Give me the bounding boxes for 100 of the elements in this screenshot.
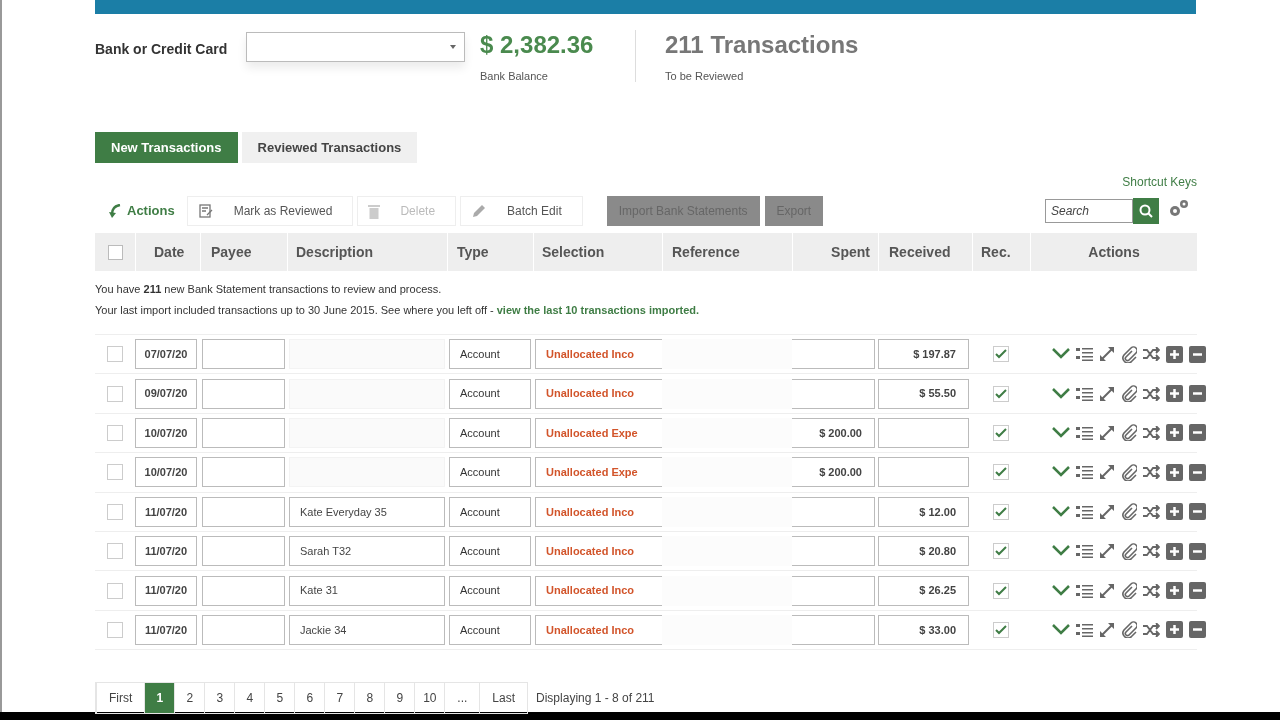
select-all-checkbox[interactable] — [107, 244, 123, 260]
page-button[interactable]: 9 — [384, 682, 415, 713]
add-icon[interactable] — [1166, 424, 1183, 442]
list-icon[interactable] — [1076, 465, 1093, 480]
paperclip-icon[interactable] — [1121, 463, 1137, 481]
resize-arrows-icon[interactable] — [1099, 424, 1115, 441]
row-checkbox[interactable] — [107, 424, 123, 441]
column-header[interactable]: Selection — [533, 233, 662, 271]
reconciled-checkbox[interactable] — [993, 385, 1009, 402]
paperclip-icon[interactable] — [1121, 385, 1137, 403]
paperclip-icon[interactable] — [1121, 345, 1137, 363]
reconciled-checkbox[interactable] — [993, 621, 1009, 638]
selection-field[interactable]: Unallocated Inco — [535, 339, 662, 370]
page-button[interactable]: 8 — [354, 682, 385, 713]
payee-field[interactable] — [202, 417, 285, 448]
payee-field[interactable] — [202, 496, 285, 527]
add-icon[interactable] — [1166, 503, 1183, 521]
column-header[interactable]: Rec. — [972, 233, 1030, 271]
remove-icon[interactable] — [1189, 542, 1206, 560]
remove-icon[interactable] — [1189, 503, 1206, 521]
date-field[interactable]: 10/07/20 — [135, 417, 197, 448]
column-header[interactable]: Reference — [662, 233, 792, 271]
type-field[interactable]: Account — [449, 339, 531, 370]
date-field[interactable]: 11/07/20 — [135, 536, 197, 567]
selection-field[interactable]: Unallocated Expe — [535, 457, 662, 488]
page-button[interactable]: Last — [479, 682, 528, 713]
reconciled-checkbox[interactable] — [993, 503, 1009, 520]
resize-arrows-icon[interactable] — [1099, 346, 1115, 363]
received-field[interactable] — [878, 457, 969, 488]
selection-field[interactable]: Unallocated Inco — [535, 496, 662, 527]
remove-icon[interactable] — [1189, 582, 1206, 600]
toolbar-button[interactable]: Mark as Reviewed — [186, 196, 354, 226]
reconciled-checkbox[interactable] — [993, 346, 1009, 363]
date-field[interactable]: 09/07/20 — [135, 378, 197, 409]
received-field[interactable]: $ 26.25 — [878, 575, 969, 606]
type-field[interactable]: Account — [449, 536, 531, 567]
spent-field[interactable] — [792, 575, 875, 606]
expand-chevron-icon[interactable] — [1052, 584, 1070, 597]
date-field[interactable]: 07/07/20 — [135, 339, 197, 370]
page-button[interactable]: 4 — [234, 682, 265, 713]
received-field[interactable]: $ 55.50 — [878, 378, 969, 409]
spent-field[interactable] — [792, 536, 875, 567]
page-button[interactable]: 3 — [204, 682, 235, 713]
list-icon[interactable] — [1076, 583, 1093, 598]
page-button[interactable]: 6 — [294, 682, 325, 713]
shuffle-icon[interactable] — [1143, 425, 1160, 440]
paperclip-icon[interactable] — [1121, 582, 1137, 600]
expand-chevron-icon[interactable] — [1052, 623, 1070, 636]
column-header[interactable]: Type — [447, 233, 533, 271]
payee-field[interactable] — [202, 378, 285, 409]
add-icon[interactable] — [1166, 621, 1183, 639]
tab[interactable]: Reviewed Transactions — [241, 132, 418, 163]
type-field[interactable]: Account — [449, 496, 531, 527]
page-button[interactable]: 5 — [264, 682, 295, 713]
expand-chevron-icon[interactable] — [1052, 426, 1070, 439]
spent-field[interactable] — [792, 496, 875, 527]
spent-field[interactable] — [792, 614, 875, 645]
row-checkbox[interactable] — [107, 385, 123, 402]
toolbar-button[interactable]: Batch Edit — [460, 196, 583, 226]
type-field[interactable]: Account — [449, 575, 531, 606]
spent-field[interactable] — [792, 378, 875, 409]
spent-field[interactable]: $ 200.00 — [792, 457, 875, 488]
paperclip-icon[interactable] — [1121, 542, 1137, 560]
spent-field[interactable]: $ 200.00 — [792, 417, 875, 448]
list-icon[interactable] — [1076, 386, 1093, 401]
paperclip-icon[interactable] — [1121, 621, 1137, 639]
shuffle-icon[interactable] — [1143, 544, 1160, 559]
received-field[interactable]: $ 20.80 — [878, 536, 969, 567]
shortcut-keys-link[interactable]: Shortcut Keys — [1122, 173, 1197, 191]
description-field[interactable]: Sarah T32 — [289, 536, 445, 567]
date-field[interactable]: 11/07/20 — [135, 614, 197, 645]
date-field[interactable]: 11/07/20 — [135, 575, 197, 606]
column-header[interactable]: Date — [135, 233, 200, 271]
column-header[interactable]: Payee — [200, 233, 287, 271]
row-checkbox[interactable] — [107, 543, 123, 560]
list-icon[interactable] — [1076, 347, 1093, 362]
resize-arrows-icon[interactable] — [1099, 543, 1115, 560]
description-field[interactable]: Kate 31 — [289, 575, 445, 606]
remove-icon[interactable] — [1189, 345, 1206, 363]
type-field[interactable]: Account — [449, 378, 531, 409]
search-field[interactable]: Search — [1045, 199, 1133, 223]
add-icon[interactable] — [1166, 385, 1183, 403]
selection-field[interactable]: Unallocated Inco — [535, 378, 662, 409]
add-icon[interactable] — [1166, 582, 1183, 600]
resize-arrows-icon[interactable] — [1099, 385, 1115, 402]
row-checkbox[interactable] — [107, 503, 123, 520]
list-icon[interactable] — [1076, 425, 1093, 440]
shuffle-icon[interactable] — [1143, 622, 1160, 637]
expand-chevron-icon[interactable] — [1052, 348, 1070, 361]
reconciled-checkbox[interactable] — [993, 464, 1009, 481]
page-button[interactable]: 10 — [414, 682, 445, 713]
remove-icon[interactable] — [1189, 621, 1206, 639]
resize-arrows-icon[interactable] — [1099, 503, 1115, 520]
row-checkbox[interactable] — [107, 582, 123, 599]
reconciled-checkbox[interactable] — [993, 424, 1009, 441]
list-icon[interactable] — [1076, 622, 1093, 637]
expand-chevron-icon[interactable] — [1052, 387, 1070, 400]
type-field[interactable]: Account — [449, 417, 531, 448]
column-header[interactable]: Received — [878, 233, 972, 271]
payee-field[interactable] — [202, 457, 285, 488]
